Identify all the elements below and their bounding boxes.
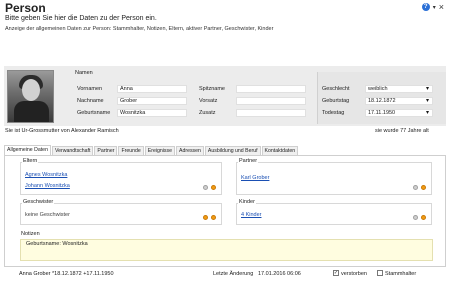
notizen-label: Notizen <box>20 231 41 237</box>
help-icon[interactable]: ? <box>421 3 430 11</box>
geburtsname-label: Geburtsname <box>77 110 111 116</box>
notizen-text: Geburtsname: Wosnitzka <box>26 241 88 247</box>
chevron-down-icon[interactable]: ▾ <box>426 109 429 116</box>
person-photo[interactable] <box>7 70 54 123</box>
vorsatz-label: Vorsatz <box>199 98 218 104</box>
eltern-link-mother[interactable]: Agnes Wosnitzka <box>25 172 67 178</box>
partner-link[interactable]: Karl Grober <box>241 175 269 181</box>
last-change-label: Letzte Änderung <box>213 271 254 277</box>
nachname-field[interactable]: Grober <box>117 97 187 105</box>
tab-partner[interactable]: Partner <box>94 146 118 155</box>
close-icon[interactable]: × <box>439 3 444 12</box>
footer-summary: Anna Grober *18.12.1872 +17.11.1950 <box>19 271 114 277</box>
age-text: sie wurde 77 Jahre alt <box>375 128 429 134</box>
kinder-label: Kinder <box>238 199 256 205</box>
geschlecht-select[interactable]: weiblich <box>365 85 433 93</box>
kinder-link[interactable]: 4 Kinder <box>241 212 262 218</box>
eltern-link-father[interactable]: Johann Wosnitzka <box>25 183 70 189</box>
verstorben-label: verstorben <box>341 271 367 277</box>
chevron-down-icon[interactable]: ▾ <box>426 97 429 104</box>
spitzname-label: Spitzname <box>199 86 225 92</box>
relationship-caption: Sie ist Ur-Grossmutter von Alexander Ram… <box>5 128 119 134</box>
names-section-label: Namen <box>75 70 93 76</box>
kinder-group <box>236 203 432 225</box>
tab-allgemeine-daten[interactable]: Allgemeine Daten <box>4 145 51 155</box>
geschwister-label: Geschwister <box>22 199 55 205</box>
geburtstag-field[interactable]: 18.12.1872 <box>365 97 433 105</box>
edit-icon[interactable] <box>413 185 418 190</box>
page-subtitle: Bitte geben Sie hier die Daten zu der Pe… <box>5 15 157 22</box>
tab-ausbildung-und-beruf[interactable]: Ausbildung und Beruf <box>204 146 261 155</box>
add-icon[interactable] <box>203 215 208 220</box>
add-icon[interactable] <box>421 185 426 190</box>
spitzname-field[interactable] <box>236 85 306 93</box>
partner-label: Partner <box>238 158 259 164</box>
tab-freunde[interactable]: Freunde <box>118 146 144 155</box>
geschlecht-label: Geschlecht <box>322 86 350 92</box>
eltern-group <box>20 162 222 195</box>
add-icon[interactable] <box>211 215 216 220</box>
page-title: Person <box>5 1 46 15</box>
window-controls: ? ▾ × <box>421 3 444 12</box>
vorname-label: Vornamen <box>77 86 103 92</box>
geburtstag-label: Geburtstag <box>322 98 350 104</box>
zusatz-label: Zusatz <box>199 110 216 116</box>
add-icon[interactable] <box>211 185 216 190</box>
eltern-label: Eltern <box>22 158 39 164</box>
zusatz-field[interactable] <box>236 109 306 117</box>
todestag-label: Todestag <box>322 110 345 116</box>
stammhalter-label: Stammhalter <box>385 271 417 277</box>
vorsatz-field[interactable] <box>236 97 306 105</box>
verstorben-checkbox[interactable]: ✓ <box>333 270 339 276</box>
geschwister-text: keine Geschwister <box>25 212 70 218</box>
tab-kontaktdaten[interactable]: Kontaktdaten <box>261 146 299 155</box>
tab-verwandtschaft[interactable]: Verwandtschaft <box>51 146 94 155</box>
add-icon[interactable] <box>421 215 426 220</box>
nachname-label: Nachname <box>77 98 104 104</box>
last-change-value: 17.01.2016 06:06 <box>258 271 301 277</box>
edit-icon[interactable] <box>413 215 418 220</box>
geburtsname-field[interactable]: Wosnitzka <box>117 109 187 117</box>
edit-icon[interactable] <box>203 185 208 190</box>
tab-adressen[interactable]: Adressen <box>176 146 204 155</box>
tab-ereignisse[interactable]: Ereignisse <box>144 146 175 155</box>
stammhalter-checkbox[interactable] <box>377 270 383 276</box>
chevron-down-icon[interactable]: ▾ <box>433 4 436 11</box>
tab-bar: Allgemeine Daten Verwandtschaft Partner … <box>4 145 299 155</box>
chevron-down-icon[interactable]: ▾ <box>426 85 429 92</box>
todestag-field[interactable]: 17.11.1950 <box>365 109 433 117</box>
page-description: Anzeige der allgemeinen Daten zur Person… <box>5 26 274 32</box>
vorname-field[interactable]: Anna <box>117 85 187 93</box>
